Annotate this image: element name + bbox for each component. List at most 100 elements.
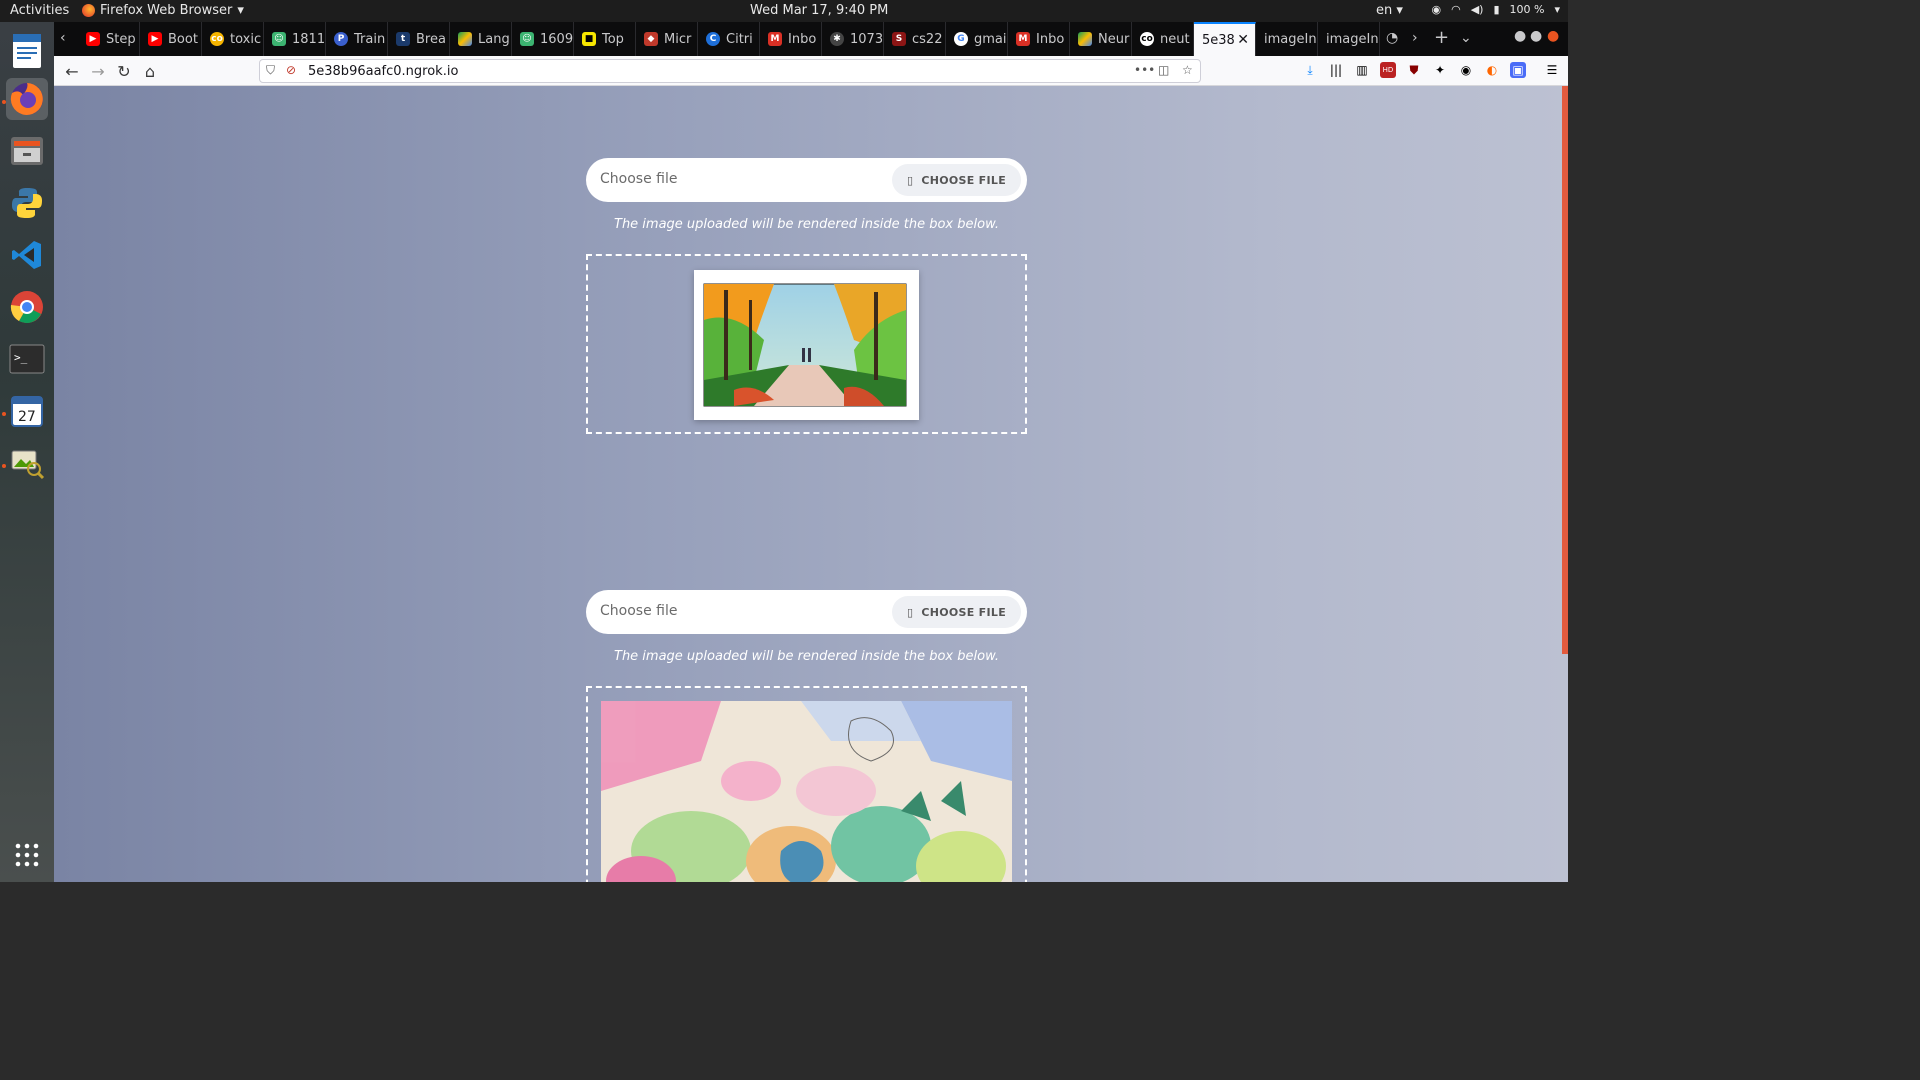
tab-label: Boot xyxy=(168,31,198,47)
forward-icon[interactable]: → xyxy=(88,61,108,81)
files-icon[interactable] xyxy=(6,130,48,172)
insecure-lock-icon[interactable]: ⊘ xyxy=(286,63,296,77)
tab[interactable]: imageIn xyxy=(1256,22,1318,56)
tab[interactable]: Ggmai xyxy=(946,22,1008,56)
tab[interactable]: ✱ 1073 xyxy=(822,22,884,56)
tab[interactable]: t Brea xyxy=(388,22,450,56)
tab[interactable]: M Inbo xyxy=(760,22,822,56)
scroll-tabs-right-icon[interactable]: › xyxy=(1412,30,1418,46)
system-top-bar: Activities Firefox Web Browser ▾ Wed Mar… xyxy=(0,0,1568,22)
app-menu[interactable]: Firefox Web Browser ▾ xyxy=(82,3,244,18)
sidebar-icon[interactable]: ▥ xyxy=(1354,62,1370,78)
terminal-icon[interactable]: >_ xyxy=(6,338,48,380)
back-icon[interactable]: ← xyxy=(62,61,82,81)
library-icon[interactable]: ||| xyxy=(1328,62,1344,78)
show-apps-icon[interactable] xyxy=(6,834,48,876)
chrome-icon[interactable] xyxy=(6,286,48,328)
file-input-placeholder: Choose file xyxy=(600,603,678,619)
hd-extension-icon[interactable]: HD xyxy=(1380,62,1396,78)
accessibility-icon: ◉ xyxy=(1431,3,1442,16)
url-text[interactable]: 5e38b96aafc0.ngrok.io xyxy=(308,64,458,79)
paperswithcode-icon: ☺ xyxy=(272,32,286,46)
activities-button[interactable]: Activities xyxy=(10,3,69,18)
firefox-small-icon xyxy=(82,4,95,17)
image-frame xyxy=(601,701,1012,882)
running-indicator xyxy=(2,464,6,468)
page-actions-icon[interactable]: ••• xyxy=(1134,63,1155,77)
menu-icon[interactable]: ☰ xyxy=(1544,62,1560,78)
python-icon[interactable] xyxy=(6,182,48,224)
image-preview-box xyxy=(586,686,1027,882)
tab[interactable]: co toxic xyxy=(202,22,264,56)
system-tray[interactable]: ◉ ◠ ◀) ▮ 100 % ▾ xyxy=(1431,3,1560,16)
tab-label: Inbo xyxy=(1036,31,1065,47)
tab-label: Step xyxy=(106,31,136,47)
minimize-icon[interactable]: ● xyxy=(1514,28,1526,44)
volume-icon: ◀) xyxy=(1470,3,1484,16)
svg-text:>_: >_ xyxy=(14,351,28,364)
new-tab-icon[interactable]: + xyxy=(1434,27,1449,48)
language-indicator[interactable]: en ▾ xyxy=(1376,3,1403,18)
image-viewer-icon[interactable] xyxy=(6,442,48,484)
tab[interactable]: Lang xyxy=(450,22,512,56)
ublock-icon[interactable]: ⛊ xyxy=(1406,62,1422,78)
clock[interactable]: Wed Mar 17, 9:40 PM xyxy=(750,3,888,18)
account-icon[interactable]: ◉ xyxy=(1458,62,1474,78)
tab[interactable]: Scs22 xyxy=(884,22,946,56)
tab[interactable]: P Train xyxy=(326,22,388,56)
tab-label: 1073 xyxy=(850,31,884,47)
close-window-icon[interactable]: ● xyxy=(1547,28,1559,44)
file-input[interactable]: Choose file ▯ CHOOSE FILE xyxy=(586,590,1027,634)
tab[interactable]: ▶ Step xyxy=(78,22,140,56)
tab-label: Brea xyxy=(416,31,446,47)
url-bar[interactable]: ⛉ ⊘ 5e38b96aafc0.ngrok.io ••• ◫ ☆ xyxy=(259,59,1201,83)
gmail-icon: M xyxy=(768,32,782,46)
gmail-icon: M xyxy=(1016,32,1030,46)
close-tab-icon[interactable]: ✕ xyxy=(1237,32,1249,48)
home-icon[interactable]: ⌂ xyxy=(140,61,160,81)
tab[interactable]: ■ Top xyxy=(574,22,636,56)
choose-file-button[interactable]: ▯ CHOOSE FILE xyxy=(892,164,1021,196)
tab-label: Train xyxy=(354,31,386,47)
chevron-down-icon: ▾ xyxy=(1554,3,1560,16)
list-all-tabs-icon[interactable]: ⌄ xyxy=(1460,30,1472,46)
vscode-icon[interactable] xyxy=(6,234,48,276)
extension-icon[interactable]: ✦ xyxy=(1432,62,1448,78)
tab[interactable]: ☺ 1609 xyxy=(512,22,574,56)
google-icon: G xyxy=(954,32,968,46)
writer-icon[interactable] xyxy=(6,30,48,72)
pocket-icon[interactable]: ◫ xyxy=(1158,63,1169,77)
file-icon: ▯ xyxy=(906,173,914,187)
calendar-icon[interactable]: 27 xyxy=(6,390,48,432)
tab[interactable]: imageIn xyxy=(1318,22,1380,56)
github-icon[interactable]: ◔ xyxy=(1386,30,1398,46)
tab[interactable]: C Citri xyxy=(698,22,760,56)
extension-icon[interactable]: ▣ xyxy=(1510,62,1526,78)
tab-label: neut xyxy=(1160,31,1190,47)
colab-icon: co xyxy=(210,32,224,46)
file-input[interactable]: Choose file ▯ CHOOSE FILE xyxy=(586,158,1027,202)
shield-icon[interactable]: ⛉ xyxy=(266,63,275,78)
forest-path-painting xyxy=(703,283,907,407)
bookmark-star-icon[interactable]: ☆ xyxy=(1182,63,1193,77)
youtube-icon: ▶ xyxy=(148,32,162,46)
extension-icon[interactable]: ◐ xyxy=(1484,62,1500,78)
scroll-tabs-left-icon[interactable]: ‹ xyxy=(60,30,66,46)
downloads-icon[interactable]: ⤓ xyxy=(1302,62,1318,78)
tab[interactable]: ▶ Boot xyxy=(140,22,202,56)
choose-file-button[interactable]: ▯ CHOOSE FILE xyxy=(892,596,1021,628)
tab[interactable]: co neut xyxy=(1132,22,1194,56)
tab-selected[interactable]: 5e38 ✕ xyxy=(1194,22,1256,56)
tab[interactable]: ☺ 1811 xyxy=(264,22,326,56)
page-scrollbar[interactable] xyxy=(1562,86,1568,654)
tab-label: Lang xyxy=(478,31,510,47)
pytorch-icon: P xyxy=(334,32,348,46)
maximize-icon[interactable]: ● xyxy=(1530,28,1542,44)
firefox-icon[interactable] xyxy=(6,78,48,120)
upload-note: The image uploaded will be rendered insi… xyxy=(614,649,999,664)
tab[interactable]: ◆ Micr xyxy=(636,22,698,56)
reload-icon[interactable]: ↻ xyxy=(114,61,134,81)
nav-toolbar: ← → ↻ ⌂ ⛉ ⊘ 5e38b96aafc0.ngrok.io ••• ◫ … xyxy=(54,56,1568,86)
tab[interactable]: M Inbo xyxy=(1008,22,1070,56)
tab[interactable]: Neur xyxy=(1070,22,1132,56)
